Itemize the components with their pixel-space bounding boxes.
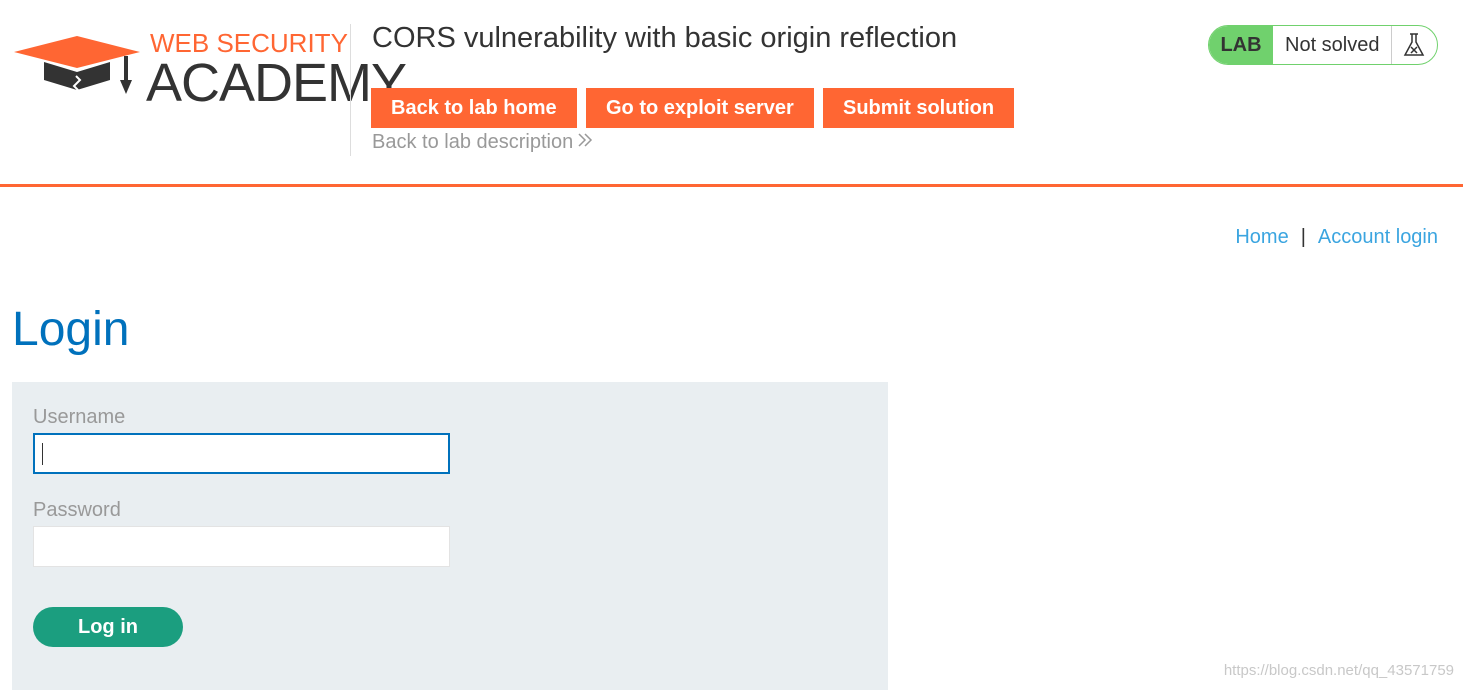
lab-title: CORS vulnerability with basic origin ref… xyxy=(372,22,958,54)
login-button[interactable]: Log in xyxy=(33,607,183,647)
nav-home-link[interactable]: Home xyxy=(1235,226,1288,248)
header: WEB SECURITY ACADEMY CORS vulnerability … xyxy=(0,0,1463,187)
logo-bottom-text: ACADEMY xyxy=(146,53,407,113)
logo[interactable]: WEB SECURITY ACADEMY xyxy=(14,28,407,112)
go-to-exploit-server-button[interactable]: Go to exploit server xyxy=(586,88,814,128)
password-label: Password xyxy=(33,499,121,521)
double-chevron-right-icon xyxy=(577,131,593,154)
nav-account-login-link[interactable]: Account login xyxy=(1318,226,1438,248)
nav-separator: | xyxy=(1300,226,1306,248)
text-caret xyxy=(42,443,43,465)
password-input[interactable] xyxy=(33,526,450,567)
username-input[interactable] xyxy=(33,433,450,474)
flask-icon xyxy=(1403,33,1425,56)
watermark: https://blog.csdn.net/qq_43571759 xyxy=(1223,662,1454,679)
graduation-cap-icon xyxy=(14,36,140,99)
back-to-lab-home-button[interactable]: Back to lab home xyxy=(371,88,577,128)
top-nav: Home | Account login xyxy=(1235,226,1438,249)
header-divider xyxy=(350,24,351,156)
submit-solution-button[interactable]: Submit solution xyxy=(823,88,1014,128)
lab-status-text: Not solved xyxy=(1285,34,1380,56)
lab-status-icon-container xyxy=(1391,26,1437,64)
page-title: Login xyxy=(12,303,130,356)
page: WEB SECURITY ACADEMY CORS vulnerability … xyxy=(0,0,1463,690)
lab-tag: LAB xyxy=(1209,26,1273,64)
back-to-lab-description-label: Back to lab description xyxy=(372,131,574,153)
back-to-lab-description-link[interactable]: Back to lab description xyxy=(372,131,593,154)
username-label: Username xyxy=(33,406,126,428)
lab-status-widget: LAB Not solved xyxy=(1208,25,1438,65)
login-form: Username Password Log in xyxy=(12,382,888,690)
